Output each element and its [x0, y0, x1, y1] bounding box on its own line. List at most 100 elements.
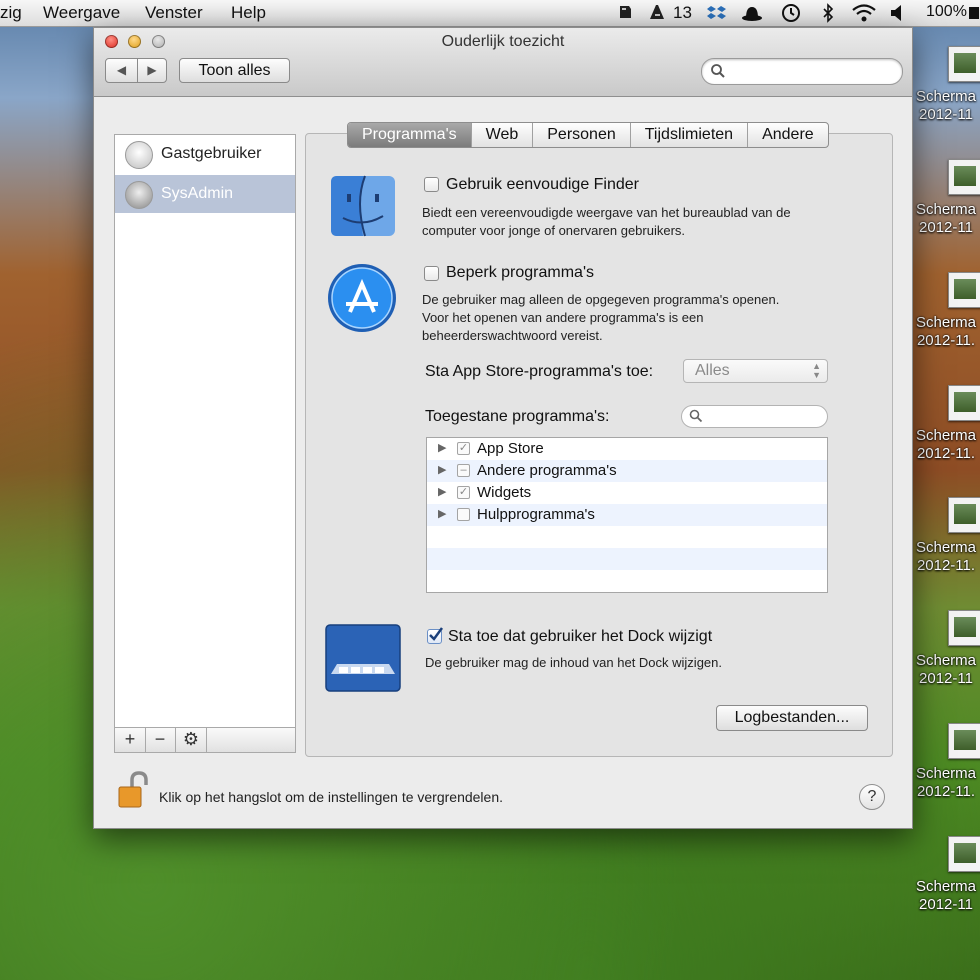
desktop-icon-date: 2012-11	[919, 219, 973, 236]
screenshot-thumbnail	[948, 836, 980, 872]
menu-item-weergave[interactable]: Weergave	[43, 3, 120, 23]
menu-item-venster[interactable]: Venster	[145, 3, 203, 23]
search-icon	[710, 63, 726, 84]
list-item[interactable]: ▶ ✓ Widgets	[427, 482, 827, 504]
screenshot-thumbnail	[948, 497, 980, 533]
avatar	[125, 141, 153, 169]
desktop-icon[interactable]: Scherma 2012-11.	[910, 723, 980, 801]
desktop-icon[interactable]: Scherma 2012-11.	[910, 385, 980, 463]
list-item-name: App Store	[477, 440, 544, 457]
app-store-icon	[326, 262, 398, 339]
user-list-toolbar: + − ⚙	[114, 727, 296, 753]
desktop-icon-name: Scherma	[915, 765, 977, 782]
list-item-name: Hulpprogramma's	[477, 506, 595, 523]
show-all-button[interactable]: Toon alles	[179, 58, 290, 83]
desktop-icon-date: 2012-11	[919, 896, 973, 913]
desktop-icon[interactable]: Scherma 2012-11.	[910, 272, 980, 350]
menubar: zig Weergave Venster Help 13 100%	[0, 0, 980, 27]
menu-item-zig[interactable]: zig	[0, 3, 22, 23]
add-user-button[interactable]: +	[115, 728, 146, 752]
tab-bar: Programma's Web Personen Tijdslimieten A…	[347, 122, 829, 148]
allowed-programs-search[interactable]	[681, 405, 828, 428]
desktop-icon[interactable]: Scherma 2012-11.	[910, 497, 980, 575]
allowed-programs-list: ▶ ✓ App Store ▶ – Andere programma's ▶ ✓…	[426, 437, 828, 593]
desktop-icon[interactable]: Scherma 2012-11	[910, 46, 980, 124]
user-name: Gastgebruiker	[161, 145, 262, 162]
list-item-name: Andere programma's	[477, 462, 617, 479]
limit-description-line: beheerderswachtwoord vereist.	[422, 328, 603, 343]
lock-text: Klik op het hangslot om de instellingen …	[159, 789, 503, 805]
list-item[interactable]: ▶ – Andere programma's	[427, 460, 827, 482]
avatar	[125, 181, 153, 209]
desktop-icon[interactable]: Scherma 2012-11	[910, 159, 980, 237]
user-list: Gastgebruiker SysAdmin	[114, 134, 296, 729]
desktop-icon-name: Scherma	[915, 652, 977, 669]
list-item[interactable]: ▶ Hulpprogramma's	[427, 504, 827, 526]
list-item-name: Widgets	[477, 484, 532, 501]
dock-label: Sta toe dat gebruiker het Dock wijzigt	[448, 628, 713, 645]
bluetooth-icon[interactable]	[821, 3, 835, 28]
evernote-icon[interactable]	[616, 3, 634, 26]
list-item-checkbox[interactable]: –	[457, 464, 470, 477]
updown-arrows-icon: ▲ ▼	[812, 361, 821, 380]
list-item-checkbox[interactable]: ✓	[457, 442, 470, 455]
limit-programs-checkbox[interactable]	[424, 266, 439, 281]
lock-icon[interactable]	[118, 771, 150, 814]
remove-user-button[interactable]: −	[145, 728, 176, 752]
dropbox-icon[interactable]	[706, 3, 728, 28]
menu-item-help[interactable]: Help	[231, 3, 266, 23]
list-item-checkbox[interactable]	[457, 508, 470, 521]
back-button[interactable]: ◀	[106, 59, 138, 82]
logs-button[interactable]: Logbestanden...	[716, 705, 868, 731]
dock-checkbox[interactable]	[427, 627, 444, 644]
finder-description-line: computer voor jonge of onervaren gebruik…	[422, 223, 686, 238]
app-store-age-select[interactable]: Alles ▲ ▼	[683, 359, 828, 383]
forward-button[interactable]: ▶	[137, 59, 167, 82]
disclosure-triangle-icon[interactable]: ▶	[438, 441, 446, 454]
screenshot-thumbnail	[948, 272, 980, 308]
finder-checkbox[interactable]	[424, 177, 439, 192]
preferences-search[interactable]	[701, 58, 903, 85]
tab-web[interactable]: Web	[472, 123, 534, 147]
dock-description: De gebruiker mag de inhoud van het Dock …	[425, 655, 723, 670]
battery-icon[interactable]	[968, 5, 980, 26]
window-title: Ouderlijk toezicht	[441, 33, 565, 50]
desktop-icon-date: 2012-11	[919, 106, 973, 123]
help-button[interactable]: ?	[859, 784, 885, 810]
desktop-icon-date: 2012-11	[919, 670, 973, 687]
desktop-icon[interactable]: Scherma 2012-11	[910, 836, 980, 914]
limit-description-line: Voor het openen van andere programma's i…	[422, 310, 704, 325]
preferences-search-input[interactable]	[730, 62, 894, 80]
desktop-icon-date: 2012-11.	[916, 445, 976, 462]
disclosure-triangle-icon[interactable]: ▶	[438, 507, 446, 520]
desktop-icon-date: 2012-11.	[916, 332, 976, 349]
adobe-icon[interactable]	[648, 3, 668, 26]
disclosure-triangle-icon[interactable]: ▶	[438, 485, 446, 498]
desktop-icon-name: Scherma	[915, 427, 977, 444]
list-item[interactable]: ▶ ✓ App Store	[427, 438, 827, 460]
tab-programmas[interactable]: Programma's	[348, 123, 472, 147]
disclosure-triangle-icon[interactable]: ▶	[438, 463, 446, 476]
user-item-sysadmin[interactable]: SysAdmin	[115, 175, 295, 213]
allowed-programs-label: Toegestane programma's:	[425, 408, 610, 425]
desktop-icon-name: Scherma	[915, 201, 977, 218]
nav-buttons: ◀ ▶	[105, 58, 167, 83]
desktop-icon[interactable]: Scherma 2012-11	[910, 610, 980, 688]
list-item-checkbox[interactable]: ✓	[457, 486, 470, 499]
screenshot-thumbnail	[948, 610, 980, 646]
tab-personen[interactable]: Personen	[533, 123, 631, 147]
battery-percentage[interactable]: 100%	[926, 3, 967, 21]
volume-icon[interactable]	[889, 3, 905, 28]
dock-icon	[325, 624, 401, 697]
hat-icon[interactable]	[741, 3, 763, 28]
gear-icon[interactable]: ⚙	[176, 728, 207, 752]
wifi-icon[interactable]	[851, 3, 877, 28]
adobe-count: 13	[673, 3, 692, 22]
user-item-gastgebruiker[interactable]: Gastgebruiker	[115, 135, 295, 173]
title-bar[interactable]: Ouderlijk toezicht ◀ ▶ Toon alles	[94, 28, 912, 97]
parental-controls-window: Ouderlijk toezicht ◀ ▶ Toon alles Gastge…	[93, 27, 913, 829]
finder-label: Gebruik eenvoudige Finder	[446, 176, 640, 193]
tab-andere[interactable]: Andere	[748, 123, 828, 147]
time-machine-icon[interactable]	[780, 3, 802, 28]
tab-tijdslimieten[interactable]: Tijdslimieten	[631, 123, 749, 147]
